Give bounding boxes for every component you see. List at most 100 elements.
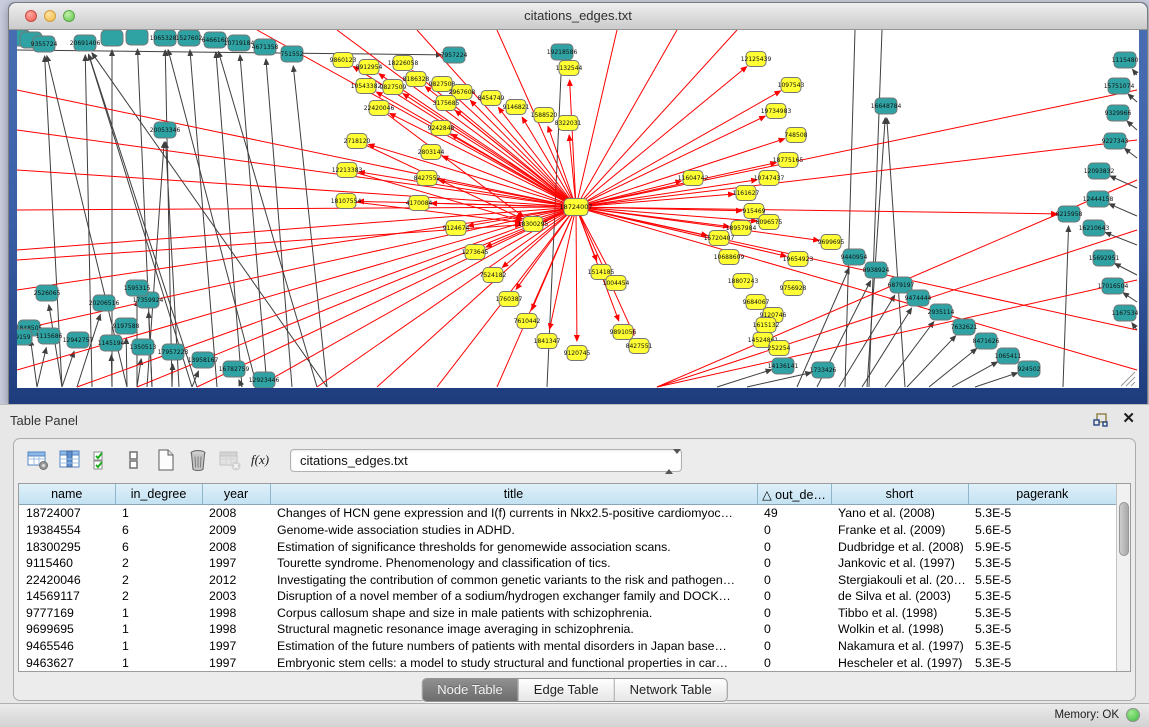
delete-table-icon[interactable] — [214, 445, 246, 475]
table-cell[interactable]: 6 — [115, 538, 202, 555]
table-row[interactable]: 1456911722003Disruption of a novel membe… — [19, 588, 1116, 605]
table-cell[interactable]: 1997 — [202, 555, 270, 572]
table-cell[interactable]: 19384554 — [19, 522, 115, 539]
table-cell[interactable]: 2008 — [202, 538, 270, 555]
table-cell[interactable]: 9115460 — [19, 555, 115, 572]
citation-network-graph[interactable]: 9355724206914061065328715276026466160107… — [17, 30, 1139, 388]
tab-node-table[interactable]: Node Table — [422, 679, 518, 701]
window-zoom-button[interactable] — [63, 10, 75, 22]
table-cell[interactable]: 0 — [757, 654, 831, 671]
graph-node[interactable] — [101, 30, 123, 46]
table-cell[interactable]: Dudbridge et al. (2008) — [831, 538, 968, 555]
table-cell[interactable]: Hescheler et al. (1997) — [831, 654, 968, 671]
table-cell[interactable]: 1 — [115, 654, 202, 671]
table-cell[interactable]: 0 — [757, 571, 831, 588]
table-cell[interactable]: Changes of HCN gene expression and I(f) … — [270, 505, 757, 522]
table-cell[interactable]: Estimation of the future numbers of pati… — [270, 638, 757, 655]
table-cell[interactable]: 1 — [115, 505, 202, 522]
table-cell[interactable]: Jankovic et al. (1997) — [831, 555, 968, 572]
table-cell[interactable]: 0 — [757, 638, 831, 655]
table-cell[interactable]: 49 — [757, 505, 831, 522]
tab-edge-table[interactable]: Edge Table — [518, 679, 614, 701]
table-cell[interactable]: 0 — [757, 605, 831, 622]
table-cell[interactable]: Franke et al. (2009) — [831, 522, 968, 539]
table-cell[interactable]: 5.3E-5 — [968, 588, 1116, 605]
table-cell[interactable]: Nakamura et al. (1997) — [831, 638, 968, 655]
table-cell[interactable]: 5.3E-5 — [968, 555, 1116, 572]
column-header-year[interactable]: year — [202, 484, 270, 505]
table-cell[interactable]: Corpus callosum shape and size in male p… — [270, 605, 757, 622]
table-cell[interactable]: 1997 — [202, 638, 270, 655]
table-cell[interactable]: 6 — [115, 522, 202, 539]
table-cell[interactable]: Tourette syndrome. Phenomenology and cla… — [270, 555, 757, 572]
table-cell[interactable]: 1 — [115, 638, 202, 655]
table-cell[interactable]: Estimation of significance thresholds fo… — [270, 538, 757, 555]
window-minimize-button[interactable] — [44, 10, 56, 22]
table-cell[interactable]: 5.9E-5 — [968, 538, 1116, 555]
table-cell[interactable]: Stergiakouli et al. (2012) — [831, 571, 968, 588]
table-settings-icon[interactable] — [22, 445, 54, 475]
table-cell[interactable]: 0 — [757, 522, 831, 539]
table-cell[interactable]: 18300295 — [19, 538, 115, 555]
table-cell[interactable]: 22420046 — [19, 571, 115, 588]
tab-network-table[interactable]: Network Table — [614, 679, 727, 701]
float-window-icon[interactable] — [1093, 413, 1109, 427]
column-header-in_degree[interactable]: in_degree — [115, 484, 202, 505]
table-cell[interactable]: 1 — [115, 605, 202, 622]
table-cell[interactable]: 5.3E-5 — [968, 638, 1116, 655]
table-cell[interactable]: 9699695 — [19, 621, 115, 638]
table-cell[interactable]: Genome-wide association studies in ADHD. — [270, 522, 757, 539]
table-scrollbar[interactable] — [1116, 484, 1131, 671]
table-row[interactable]: 946554611997Estimation of the future num… — [19, 638, 1116, 655]
table-cell[interactable]: 1 — [115, 621, 202, 638]
close-panel-icon[interactable]: ✕ — [1122, 410, 1135, 428]
show-column-icon[interactable] — [54, 445, 86, 475]
table-cell[interactable]: Investigating the contribution of common… — [270, 571, 757, 588]
table-cell[interactable]: 2 — [115, 571, 202, 588]
table-cell[interactable]: 5.3E-5 — [968, 505, 1116, 522]
table-row[interactable]: 1830029562008Estimation of significance … — [19, 538, 1116, 555]
table-cell[interactable]: 9465546 — [19, 638, 115, 655]
table-cell[interactable]: 18724007 — [19, 505, 115, 522]
table-cell[interactable]: Embryonic stem cells: a model to study s… — [270, 654, 757, 671]
table-cell[interactable]: 5.5E-5 — [968, 571, 1116, 588]
table-cell[interactable]: 9777169 — [19, 605, 115, 622]
table-cell[interactable]: 5.3E-5 — [968, 654, 1116, 671]
table-cell[interactable]: de Silva et al. (2003) — [831, 588, 968, 605]
table-selector-dropdown[interactable]: citations_edges.txt — [290, 449, 682, 472]
table-row[interactable]: 911546021997Tourette syndrome. Phenomeno… — [19, 555, 1116, 572]
resize-grip-icon[interactable] — [1121, 372, 1135, 386]
table-cell[interactable]: 5.6E-5 — [968, 522, 1116, 539]
window-close-button[interactable] — [25, 10, 37, 22]
table-row[interactable]: 1872400712008Changes of HCN gene express… — [19, 505, 1116, 522]
row-height-icon[interactable] — [118, 445, 150, 475]
table-cell[interactable]: 0 — [757, 538, 831, 555]
column-header-pagerank[interactable]: pagerank — [968, 484, 1116, 505]
column-header-out_de[interactable]: △ out_de… — [757, 484, 831, 505]
select-rows-icon[interactable] — [86, 445, 118, 475]
table-row[interactable]: 969969511998Structural magnetic resonanc… — [19, 621, 1116, 638]
table-cell[interactable]: 2009 — [202, 522, 270, 539]
table-cell[interactable]: Disruption of a novel member of a sodium… — [270, 588, 757, 605]
table-cell[interactable]: 0 — [757, 621, 831, 638]
memory-status-indicator[interactable] — [1126, 708, 1140, 722]
table-cell[interactable]: Tibbo et al. (1998) — [831, 605, 968, 622]
table-cell[interactable]: 2012 — [202, 571, 270, 588]
table-cell[interactable]: 2003 — [202, 588, 270, 605]
delete-trash-icon[interactable] — [182, 445, 214, 475]
table-cell[interactable]: 2008 — [202, 505, 270, 522]
table-row[interactable]: 946362711997Embryonic stem cells: a mode… — [19, 654, 1116, 671]
table-cell[interactable]: 9463627 — [19, 654, 115, 671]
table-cell[interactable]: 5.3E-5 — [968, 621, 1116, 638]
table-row[interactable]: 977716911998Corpus callosum shape and si… — [19, 605, 1116, 622]
column-header-short[interactable]: short — [831, 484, 968, 505]
table-cell[interactable]: Wolkin et al. (1998) — [831, 621, 968, 638]
table-cell[interactable]: 1998 — [202, 621, 270, 638]
table-cell[interactable]: 2 — [115, 588, 202, 605]
table-cell[interactable]: 1997 — [202, 654, 270, 671]
table-row[interactable]: 2242004622012Investigating the contribut… — [19, 571, 1116, 588]
table-cell[interactable]: 0 — [757, 555, 831, 572]
function-builder-icon[interactable]: f(x) — [246, 445, 278, 475]
table-cell[interactable]: 2 — [115, 555, 202, 572]
new-table-icon[interactable] — [150, 445, 182, 475]
